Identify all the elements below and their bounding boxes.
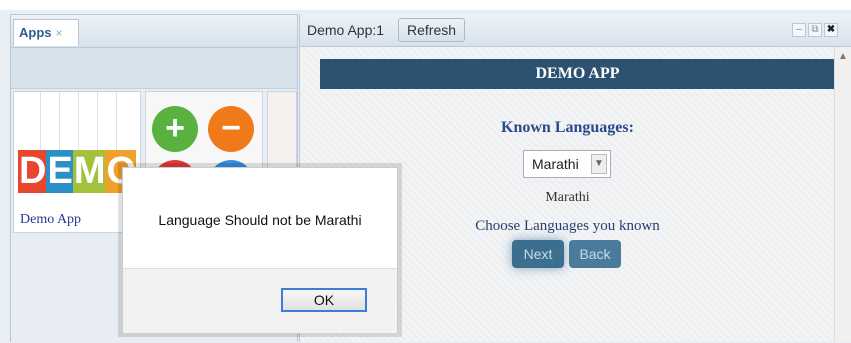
language-select[interactable]: Marathi ▼	[523, 150, 611, 178]
plus-icon: +	[152, 106, 198, 152]
known-languages-label: Known Languages:	[501, 119, 634, 136]
logo-letter-d: D	[18, 150, 46, 193]
chevron-down-icon[interactable]: ▼	[591, 154, 607, 174]
apps-toolbar-strip	[11, 48, 297, 89]
scroll-up-icon[interactable]: ▲	[838, 51, 848, 62]
close-icon[interactable]: ✖	[824, 23, 838, 37]
page-title: DEMO APP	[320, 59, 835, 89]
apps-tabbar: Apps ×	[11, 15, 297, 48]
restore-icon[interactable]: ⧉	[808, 23, 822, 37]
tab-apps-label: Apps	[19, 25, 52, 40]
window-titlebar: Demo App:1 Refresh – ⧉ ✖	[300, 14, 851, 47]
window-title: Demo App:1	[307, 22, 385, 38]
back-button[interactable]: Back	[569, 240, 621, 268]
ok-button[interactable]: OK	[281, 288, 367, 312]
minus-icon: −	[208, 106, 254, 152]
language-select-value: Marathi	[532, 156, 579, 172]
logo-strings-decoration	[22, 92, 132, 150]
minimize-icon[interactable]: –	[792, 23, 806, 37]
next-button[interactable]: Next	[512, 240, 564, 268]
logo-letter-m: M	[72, 150, 106, 193]
close-tab-icon[interactable]: ×	[56, 26, 63, 40]
tab-apps[interactable]: Apps ×	[13, 19, 79, 46]
alert-footer: OK	[123, 268, 397, 333]
alert-dialog: Language Should not be Marathi OK	[122, 167, 398, 333]
app-tile-label[interactable]: Demo App	[20, 212, 81, 228]
top-border	[0, 0, 851, 10]
alert-message: Language Should not be Marathi	[158, 212, 362, 228]
refresh-button[interactable]: Refresh	[398, 18, 466, 42]
vertical-scrollbar[interactable]: ▲	[834, 47, 851, 342]
logo-letter-e: E	[46, 150, 73, 193]
